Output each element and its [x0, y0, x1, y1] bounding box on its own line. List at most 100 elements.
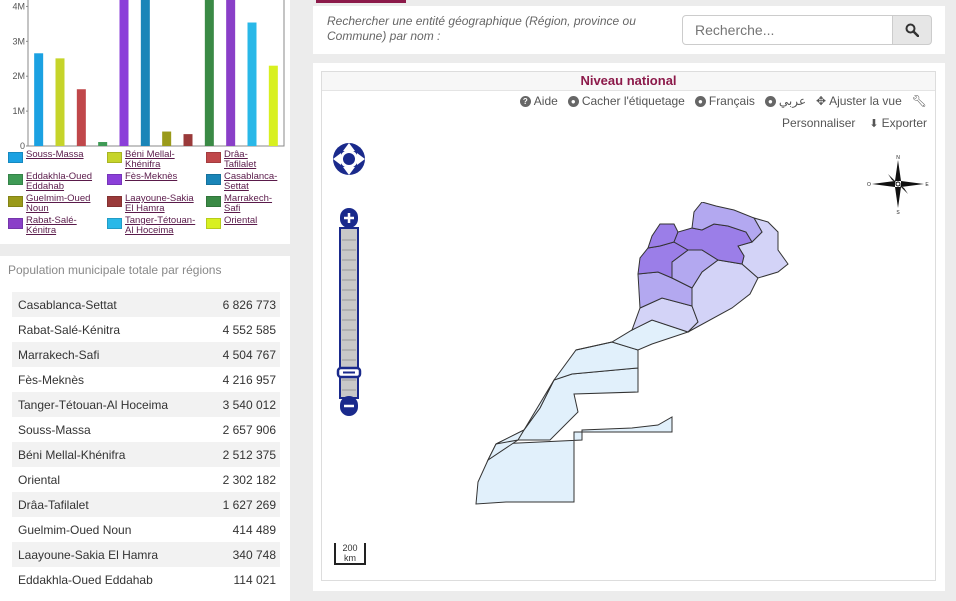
bar-marrakech-safi[interactable]: [204, 0, 214, 146]
bar-dr-a-tafilalet[interactable]: [76, 89, 86, 146]
bar-b-ni-mellal-kh-nifra[interactable]: [55, 58, 65, 147]
search-input[interactable]: [682, 15, 893, 45]
move-icon: ✥: [816, 94, 827, 108]
population-value: 1 627 269: [222, 497, 276, 512]
search-label: Rechercher une entité géographique (Régi…: [327, 14, 636, 43]
legend-item[interactable]: Tanger-Tétouan- Al Hoceima: [107, 216, 202, 236]
table-row[interactable]: Béni Mellal-Khénifra 2 512 375: [12, 442, 280, 467]
bar-eddakhla-oued-eddahab[interactable]: [98, 142, 108, 146]
legend-label-line: Eddahab: [26, 181, 65, 192]
legend-label-line: Souss-Massa: [26, 149, 84, 160]
population-chart-panel: 0 1M 2M 3M 4M Souss-Massa Béni Mellal- Khénifr…: [0, 0, 290, 244]
hide-labels-link[interactable]: ● Cacher l'étiquetage: [567, 94, 685, 108]
legend-item[interactable]: Souss-Massa: [8, 150, 103, 163]
population-value: 2 302 182: [222, 472, 276, 487]
region-name: Tanger-Tétouan-Al Hoceima: [18, 397, 169, 412]
legend-item[interactable]: Drâa- Tafilalet: [206, 150, 301, 170]
bar-oriental[interactable]: [268, 65, 278, 146]
help-link[interactable]: ? Aide: [519, 94, 558, 108]
legend-label: Rabat-Salé- Kénitra: [26, 216, 77, 236]
region-name: Fès-Meknès: [18, 372, 85, 387]
search-button[interactable]: [892, 15, 932, 45]
table-row[interactable]: Oriental 2 302 182: [12, 467, 280, 492]
map-nav-controls: [333, 143, 365, 416]
y-tick-label: 3M: [12, 36, 25, 46]
legend-item[interactable]: Guelmim-Oued Noun: [8, 194, 103, 214]
population-value: 4 552 585: [222, 322, 276, 337]
legend-label: Oriental: [224, 216, 257, 229]
globe-icon: ●: [694, 95, 706, 107]
bar-casablanca-settat[interactable]: [140, 0, 150, 146]
lang-ar-link[interactable]: ● عربي: [764, 94, 806, 108]
bar-souss-massa[interactable]: [34, 53, 44, 146]
hide-labels-label: Cacher l'étiquetage: [581, 94, 685, 108]
legend-swatch: [8, 152, 23, 163]
table-row[interactable]: Fès-Meknès 4 216 957: [12, 367, 280, 392]
legend-label: Tanger-Tétouan- Al Hoceima: [125, 216, 195, 236]
legend-label-line: Safi: [224, 203, 241, 214]
table-row[interactable]: Drâa-Tafilalet 1 627 269: [12, 492, 280, 517]
globe-icon: ●: [764, 95, 776, 107]
legend-label: Souss-Massa: [26, 150, 84, 163]
legend-item[interactable]: Eddakhla-Oued Eddahab: [8, 172, 103, 192]
legend-swatch: [8, 218, 23, 229]
bar-f-s-mekn-s[interactable]: [119, 0, 129, 146]
active-top-tab[interactable]: [316, 0, 406, 3]
table-row[interactable]: Casablanca-Settat 6 826 773: [12, 292, 280, 317]
population-value: 4 504 767: [222, 347, 276, 362]
legend-label-line: Kénitra: [26, 225, 57, 236]
y-tick-label: 0: [20, 141, 25, 150]
table-row[interactable]: Rabat-Salé-Kénitra 4 552 585: [12, 317, 280, 342]
fit-view-label: Ajuster la vue: [829, 94, 902, 108]
legend-label-line: Khénifra: [125, 159, 161, 170]
legend-swatch: [107, 152, 122, 163]
map-frame[interactable]: Niveau national ? Aide ● Cacher l'étique…: [321, 71, 936, 581]
download-icon: ⬇: [869, 117, 879, 130]
y-tick-label: 4M: [12, 1, 25, 11]
bar-guelmim-oued-noun[interactable]: [162, 131, 172, 146]
bar-laayoune-sakia-el-hamra[interactable]: [183, 134, 193, 146]
table-row[interactable]: Laayoune-Sakia El Hamra 340 748: [12, 542, 280, 567]
table-title: Population municipale totale par régions: [8, 263, 222, 277]
legend-label-line: Fès-Meknès: [125, 171, 178, 182]
legend-item[interactable]: Marrakech- Safi: [206, 194, 301, 214]
table-row[interactable]: Souss-Massa 2 657 906: [12, 417, 280, 442]
bar-tanger-t-touan-al-hoceima[interactable]: [247, 22, 257, 147]
wrench-icon: 🔧︎: [911, 94, 927, 108]
lang-ar-label: عربي: [778, 94, 806, 108]
legend-item[interactable]: Rabat-Salé- Kénitra: [8, 216, 103, 236]
export-link[interactable]: ⬇ Exporter: [869, 116, 927, 130]
legend-label-line: Oriental: [224, 215, 258, 226]
zoom-in-button[interactable]: [340, 208, 358, 228]
table-row[interactable]: Eddakhla-Oued Eddahab 114 021: [12, 567, 280, 592]
legend-item[interactable]: Casablanca- Settat: [206, 172, 301, 192]
lang-fr-link[interactable]: ● Français: [694, 94, 755, 108]
map-toolbar-secondary: Personnaliser ⬇ Exporter: [782, 116, 927, 130]
region-eddakhla-oued-eddahab[interactable]: [475, 416, 673, 505]
compass-e-label: E: [925, 182, 929, 188]
zoom-slider-handle[interactable]: [336, 366, 362, 379]
region-name: Eddakhla-Oued Eddahab: [18, 572, 153, 587]
wrench-link[interactable]: 🔧︎: [912, 94, 927, 108]
table-row[interactable]: Tanger-Tétouan-Al Hoceima 3 540 012: [12, 392, 280, 417]
legend-label: Guelmim-Oued Noun: [26, 194, 90, 214]
legend-label: Laayoune-Sakia El Hamra: [125, 194, 194, 214]
legend-item[interactable]: Fès-Meknès: [107, 172, 202, 185]
help-label: Aide: [533, 94, 558, 108]
export-label: Exporter: [881, 116, 927, 130]
legend-item[interactable]: Laayoune-Sakia El Hamra: [107, 194, 202, 214]
bar-rabat-sal-k-nitra[interactable]: [226, 0, 236, 146]
table-row[interactable]: Guelmim-Oued Noun 414 489: [12, 517, 280, 542]
pan-control[interactable]: [333, 143, 365, 175]
compass-s-label: S: [896, 210, 900, 216]
table-row[interactable]: Marrakech-Safi 4 504 767: [12, 342, 280, 367]
population-value: 340 748: [232, 547, 276, 562]
legend-label: Marrakech- Safi: [224, 194, 272, 214]
customize-link[interactable]: Personnaliser: [782, 116, 855, 130]
region-name: Guelmim-Oued Noun: [18, 522, 132, 537]
map-toolbar: ? Aide ● Cacher l'étiquetage ● Français …: [519, 94, 927, 108]
zoom-out-button[interactable]: [340, 396, 358, 416]
legend-item[interactable]: Béni Mellal- Khénifra: [107, 150, 202, 170]
fit-view-link[interactable]: ✥ Ajuster la vue: [816, 94, 902, 108]
legend-item[interactable]: Oriental: [206, 216, 301, 229]
